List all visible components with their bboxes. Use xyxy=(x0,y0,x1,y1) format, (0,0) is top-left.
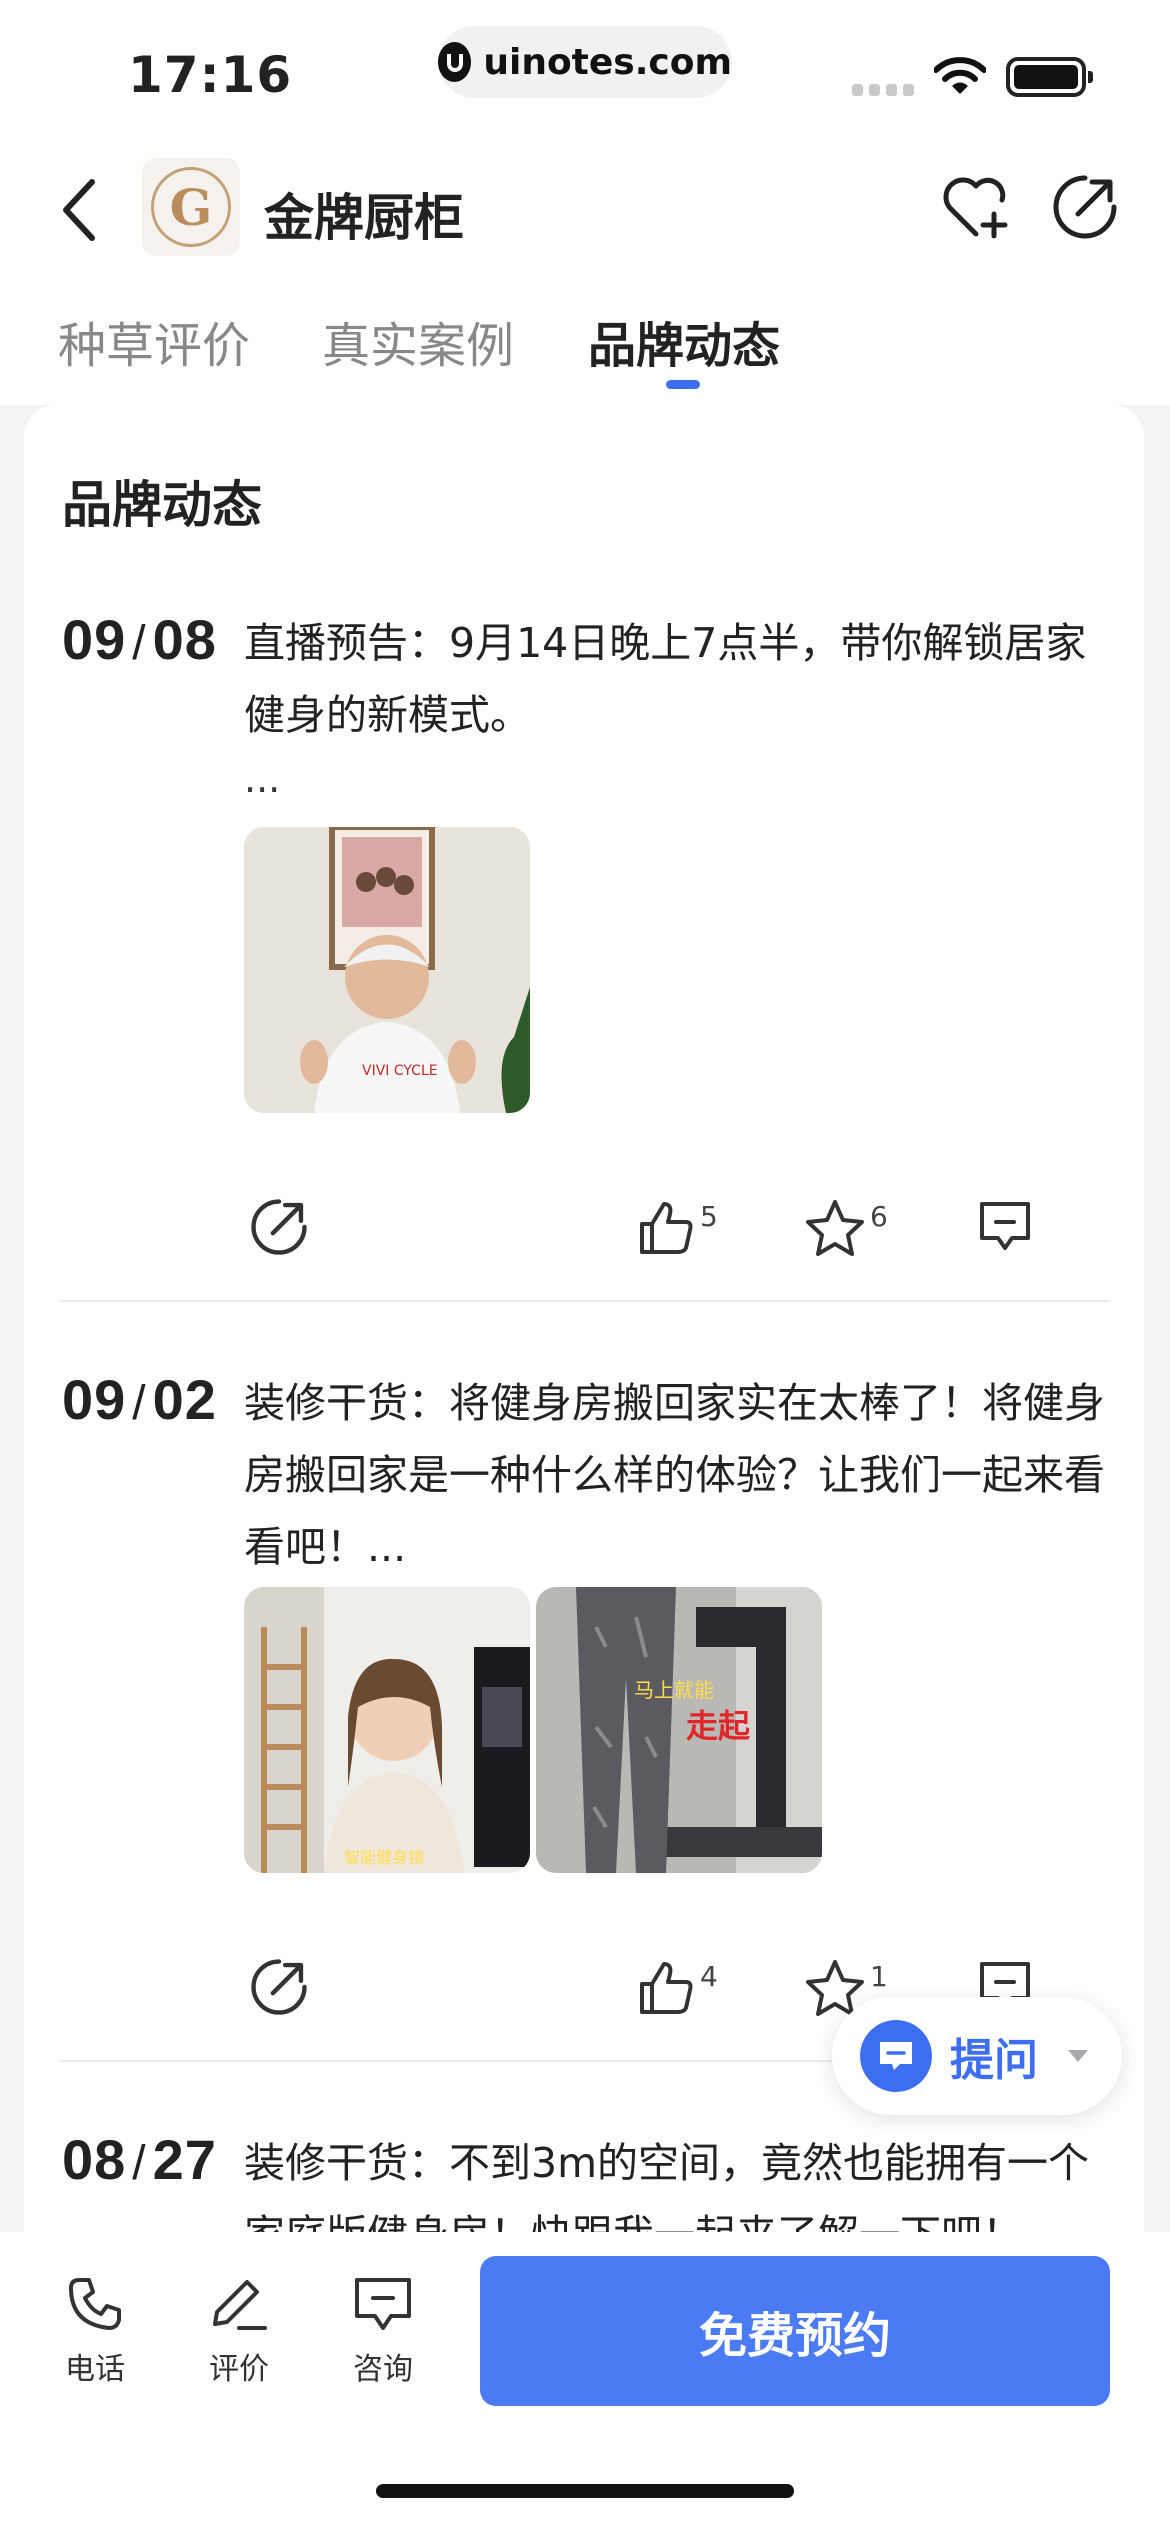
share-icon[interactable] xyxy=(250,1198,308,1256)
review-label: 评价 xyxy=(209,2352,269,2387)
like-count: 5 xyxy=(700,1200,718,1233)
phone-button[interactable]: 电话 xyxy=(40,2274,150,2388)
share-icon[interactable] xyxy=(1052,174,1118,240)
ask-label: 提问 xyxy=(950,2035,1038,2086)
tab-bar: 种草评价 真实案例 品牌动态 xyxy=(0,270,1170,405)
favorite-count: 1 xyxy=(870,1960,888,1993)
star-icon xyxy=(806,1200,864,1256)
post-ellipsis: ... xyxy=(244,757,281,801)
like-button[interactable]: 4 xyxy=(636,1958,718,2018)
ask-question-button[interactable]: 提问 xyxy=(832,1997,1122,2115)
site-logo-icon xyxy=(438,42,472,82)
share-icon[interactable] xyxy=(250,1958,308,2016)
page-header: G 金牌厨柜 xyxy=(0,130,1170,270)
like-count: 4 xyxy=(700,1960,718,1993)
status-time: 17:16 xyxy=(128,46,293,104)
post-day: 02 xyxy=(152,1368,217,1431)
svg-text:VIVI CYCLE: VIVI CYCLE xyxy=(362,1063,438,1079)
tab-cases[interactable]: 真实案例 xyxy=(322,306,514,376)
favorite-button[interactable]: 6 xyxy=(804,1198,888,1258)
free-booking-button[interactable]: 免费预约 xyxy=(480,2256,1110,2406)
post-text: 装修干货：将健身房搬回家实在太棒了！将健身房搬回家是一种什么样的体验？让我们一起… xyxy=(244,1379,1105,1571)
image-caption: 智能健身镜 xyxy=(344,1848,424,1867)
consult-button[interactable]: 咨询 xyxy=(328,2274,438,2388)
brand-logo-letter: G xyxy=(151,167,231,247)
post-divider xyxy=(60,1300,1110,1302)
caret-down-icon xyxy=(1068,2050,1088,2062)
like-button[interactable]: 5 xyxy=(636,1198,718,1258)
status-bar: 17:16 uinotes.com xyxy=(0,0,1170,130)
wifi-icon xyxy=(934,57,986,94)
active-tab-indicator xyxy=(666,380,700,389)
post-date: 08/27 xyxy=(62,2128,217,2191)
chat-bubble-icon xyxy=(860,2020,932,2092)
favorite-count: 6 xyxy=(870,1200,888,1233)
section-title: 品牌动态 xyxy=(62,476,262,534)
post-image[interactable]: VIVI CYCLE xyxy=(244,827,530,1113)
smart-mirror-image: 智能健身镜 xyxy=(244,1587,530,1873)
treadmill-image: 马上就能 走起 xyxy=(536,1587,822,1873)
back-icon[interactable] xyxy=(60,178,100,242)
post-day: 27 xyxy=(152,2128,217,2191)
post-day: 08 xyxy=(152,608,217,671)
chat-icon xyxy=(355,2278,411,2330)
follow-heart-icon[interactable] xyxy=(942,174,1014,240)
brand-logo: G xyxy=(142,158,240,256)
post-month: 08 xyxy=(62,2128,127,2191)
cellular-signal-icon xyxy=(852,84,914,96)
tab-brand-news[interactable]: 品牌动态 xyxy=(588,306,780,376)
thumbs-up-icon xyxy=(640,1962,693,2014)
pen-icon xyxy=(213,2280,267,2330)
home-indicator xyxy=(376,2484,794,2498)
url-text: uinotes.com xyxy=(483,41,732,83)
post-month: 09 xyxy=(62,1368,127,1431)
post-image[interactable]: 马上就能 走起 xyxy=(536,1587,822,1873)
tab-reviews[interactable]: 种草评价 xyxy=(58,306,250,376)
consult-label: 咨询 xyxy=(353,2352,413,2387)
video-thumbnail-image: VIVI CYCLE xyxy=(244,827,530,1113)
post-month: 09 xyxy=(62,608,127,671)
review-button[interactable]: 评价 xyxy=(184,2274,294,2388)
brand-name: 金牌厨柜 xyxy=(264,189,464,247)
post-actions: 5 6 xyxy=(24,1198,1144,1278)
comment-icon[interactable] xyxy=(976,1198,1034,1254)
image-caption: 走起 xyxy=(686,1707,751,1745)
url-pill[interactable]: uinotes.com xyxy=(438,26,732,98)
post-text: 直播预告：9月14日晚上7点半，带你解锁居家健身的新模式。 xyxy=(244,619,1087,739)
post-date: 09/08 xyxy=(62,608,217,671)
post-image[interactable]: 智能健身镜 xyxy=(244,1587,530,1873)
battery-icon xyxy=(1006,57,1093,97)
image-caption: 马上就能 xyxy=(634,1678,714,1702)
thumbs-up-icon xyxy=(640,1202,693,1254)
phone-icon xyxy=(69,2278,121,2330)
post-date: 09/02 xyxy=(62,1368,217,1431)
phone-label: 电话 xyxy=(65,2352,125,2387)
